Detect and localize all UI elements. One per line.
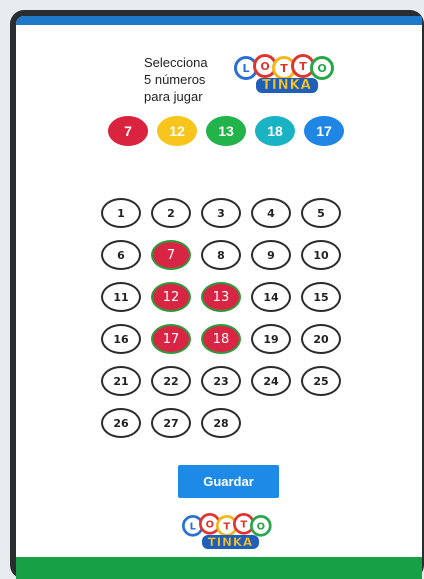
lotto-tinka-logo: L O T T O TINKA	[234, 54, 334, 104]
save-button[interactable]: Guardar	[178, 465, 279, 498]
number-cell-26[interactable]: 26	[101, 408, 141, 438]
number-cell-19[interactable]: 19	[251, 324, 291, 354]
number-cell-6[interactable]: 6	[101, 240, 141, 270]
number-cell-7[interactable]: 7	[151, 240, 191, 270]
number-cell-18[interactable]: 18	[201, 324, 241, 354]
selected-numbers: 7 12 13 18 17	[108, 116, 348, 148]
top-bar	[16, 16, 422, 25]
bottom-bar	[16, 557, 422, 579]
number-grid: 1 2 3 4 5 6 7 8 9 10 11 12 13 14 15 16 17 18 19 20 21 22 23 24 2…	[101, 198, 361, 448]
instruction-line-3: para jugar	[144, 89, 203, 104]
number-cell-12[interactable]: 12	[151, 282, 191, 312]
number-cell-9[interactable]: 9	[251, 240, 291, 270]
logo-ball: O	[250, 515, 272, 537]
number-cell-11[interactable]: 11	[101, 282, 141, 312]
number-cell-22[interactable]: 22	[151, 366, 191, 396]
number-cell-28[interactable]: 28	[201, 408, 241, 438]
selected-number-ball: 17	[304, 116, 344, 146]
app-screen: Selecciona 5 números para jugar L O T T O TIN…	[16, 16, 422, 579]
number-cell-1[interactable]: 1	[101, 198, 141, 228]
number-cell-15[interactable]: 15	[301, 282, 341, 312]
number-cell-23[interactable]: 23	[201, 366, 241, 396]
selected-number-ball: 18	[255, 116, 295, 146]
lotto-tinka-logo-footer: L O T T O TINKA	[182, 513, 282, 563]
selected-number-ball: 12	[157, 116, 197, 146]
number-cell-21[interactable]: 21	[101, 366, 141, 396]
header: Selecciona 5 números para jugar L O T T O TIN…	[134, 38, 334, 116]
number-cell-20[interactable]: 20	[301, 324, 341, 354]
number-cell-10[interactable]: 10	[301, 240, 341, 270]
instruction-line-2: 5 números	[144, 72, 206, 87]
logo-word: TINKA	[201, 534, 260, 549]
instruction-line-1: Selecciona	[144, 55, 208, 70]
number-cell-2[interactable]: 2	[151, 198, 191, 228]
number-cell-13[interactable]: 13	[201, 282, 241, 312]
logo-ball: O	[310, 56, 334, 80]
number-cell-3[interactable]: 3	[201, 198, 241, 228]
number-cell-8[interactable]: 8	[201, 240, 241, 270]
number-cell-16[interactable]: 16	[101, 324, 141, 354]
number-cell-5[interactable]: 5	[301, 198, 341, 228]
number-cell-4[interactable]: 4	[251, 198, 291, 228]
number-cell-14[interactable]: 14	[251, 282, 291, 312]
number-cell-17[interactable]: 17	[151, 324, 191, 354]
selected-number-ball: 13	[206, 116, 246, 146]
number-cell-24[interactable]: 24	[251, 366, 291, 396]
logo-word: TINKA	[256, 78, 318, 93]
instruction-text: Selecciona 5 números para jugar	[144, 54, 234, 105]
selected-number-ball: 7	[108, 116, 148, 146]
number-cell-25[interactable]: 25	[301, 366, 341, 396]
number-cell-27[interactable]: 27	[151, 408, 191, 438]
